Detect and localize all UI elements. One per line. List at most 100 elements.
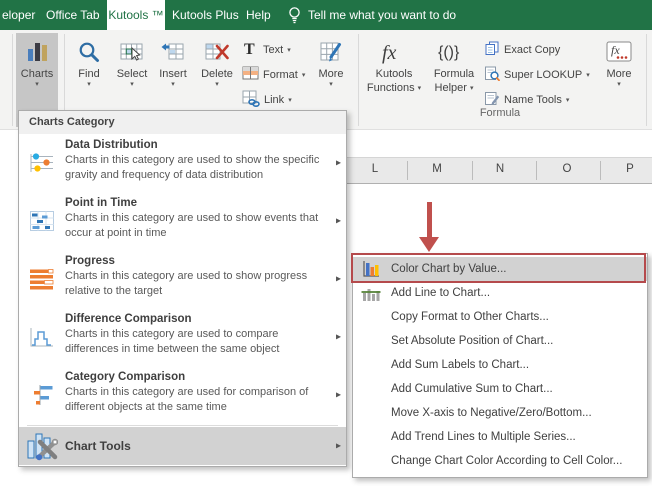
progress-bars-icon <box>19 250 65 308</box>
select-label: Select <box>116 68 148 80</box>
menu-item-title: Data Distribution <box>65 139 158 151</box>
submenu-item-add-trend-lines[interactable]: Add Trend Lines to Multiple Series... <box>353 425 647 449</box>
insert-grid-icon <box>161 38 185 66</box>
menu-item-desc: Charts in this category are used to comp… <box>65 328 280 355</box>
menu-item-data-distribution[interactable]: Data Distribution Charts in this categor… <box>19 134 346 192</box>
group-separator <box>358 34 359 126</box>
menu-item-point-in-time[interactable]: Point in Time Charts in this category ar… <box>19 192 346 250</box>
submenu-item-label: Color Chart by Value... <box>391 263 507 275</box>
dropdown-caret-icon: ▾ <box>215 81 219 88</box>
tab-kutools[interactable]: Kutools ™ <box>107 0 165 30</box>
excel-window: eloper Office Tab Kutools ™ Kutools Plus… <box>0 0 652 486</box>
text-icon: T <box>242 40 259 60</box>
delete-grid-icon <box>205 38 229 66</box>
super-lookup-button[interactable]: Super LOOKUP ▾ <box>484 65 590 85</box>
column-divider <box>472 161 473 180</box>
link-menu-button[interactable]: Link ▾ <box>242 90 292 110</box>
menu-item-desc: Charts in this category are used to show… <box>65 212 319 239</box>
column-divider <box>536 161 537 180</box>
submenu-arrow-icon: ▸ <box>335 157 341 169</box>
red-arrow-icon <box>419 237 439 252</box>
exact-copy-label: Exact Copy <box>504 44 561 56</box>
charts-category-header: Charts Category <box>19 111 346 134</box>
column-header-P[interactable]: P <box>626 163 634 175</box>
dot-plot-icon <box>19 134 65 192</box>
dropdown-caret-icon: ▾ <box>586 72 590 79</box>
search-icon <box>77 38 101 66</box>
column-headers[interactable]: L M N O P <box>347 157 652 184</box>
dropdown-caret-icon: ▾ <box>329 81 333 88</box>
exact-copy-button[interactable]: Exact Copy <box>484 40 560 60</box>
dropdown-caret-icon: ▾ <box>301 72 306 79</box>
svg-text:{()}: {()} <box>438 44 460 61</box>
braces-icon: {()} <box>437 38 471 66</box>
chart-tools-submenu: Color Chart by Value... Add Line to Char… <box>352 253 648 478</box>
tab-kutools-plus[interactable]: Kutools Plus <box>172 0 239 30</box>
dropdown-caret-icon: ▾ <box>287 47 291 54</box>
link-icon <box>242 90 260 110</box>
submenu-item-add-cumulative-sum[interactable]: Add Cumulative Sum to Chart... <box>353 377 647 401</box>
submenu-item-move-x-axis[interactable]: Move X-axis to Negative/Zero/Bottom... <box>353 401 647 425</box>
menu-item-title: Progress <box>65 255 115 267</box>
step-line-icon <box>19 308 65 366</box>
svg-text:T: T <box>244 41 255 57</box>
dropdown-caret-icon: ▾ <box>469 84 474 92</box>
more-button-right[interactable]: fx More ▾ <box>598 33 640 127</box>
tornado-bars-icon <box>19 366 65 424</box>
menu-item-category-comparison[interactable]: Category Comparison Charts in this categ… <box>19 366 346 424</box>
submenu-arrow-icon: ▸ <box>335 215 341 227</box>
name-tools-label: Name Tools <box>504 94 562 106</box>
gantt-icon <box>19 192 65 250</box>
menu-item-desc: Charts in this category are used to show… <box>65 270 308 297</box>
menu-item-progress[interactable]: Progress Charts in this category are use… <box>19 250 346 308</box>
delete-label: Delete <box>201 68 233 80</box>
submenu-item-label: Add Sum Labels to Chart... <box>391 359 530 371</box>
submenu-item-label: Copy Format to Other Charts... <box>391 311 549 323</box>
chart-tools-label: Chart Tools <box>65 439 131 453</box>
dropdown-caret-icon: ▾ <box>130 81 134 88</box>
column-header-L[interactable]: L <box>372 163 378 175</box>
menu-item-title: Point in Time <box>65 197 137 209</box>
menu-item-difference-comparison[interactable]: Difference Comparison Charts in this cat… <box>19 308 346 366</box>
group-separator <box>646 34 647 126</box>
tab-help[interactable]: Help <box>246 0 271 30</box>
select-grid-icon <box>120 38 144 66</box>
fx-box-icon: fx <box>606 38 632 66</box>
svg-text:fx: fx <box>382 42 397 64</box>
more-right-label: More <box>606 68 632 80</box>
tell-me-box[interactable]: Tell me what you want to do <box>308 0 456 30</box>
column-header-N[interactable]: N <box>496 163 504 175</box>
lightbulb-icon <box>287 6 302 29</box>
submenu-item-add-line-to-chart[interactable]: Add Line to Chart... <box>353 281 647 305</box>
submenu-item-label: Add Line to Chart... <box>391 287 491 299</box>
submenu-item-label: Add Cumulative Sum to Chart... <box>391 383 553 395</box>
chart-tools-icon <box>19 431 65 461</box>
submenu-item-change-chart-color[interactable]: Change Chart Color According to Cell Col… <box>353 449 647 473</box>
menu-item-desc: Charts in this category are used to show… <box>65 154 320 181</box>
formula-helper-label-line1: Formula <box>433 68 475 80</box>
menu-item-chart-tools[interactable]: Chart Tools ▸ <box>19 427 346 465</box>
column-header-O[interactable]: O <box>563 163 572 175</box>
column-divider <box>407 161 408 180</box>
column-header-M[interactable]: M <box>432 163 442 175</box>
dropdown-caret-icon: ▾ <box>565 97 570 104</box>
submenu-item-set-absolute-position[interactable]: Set Absolute Position of Chart... <box>353 329 647 353</box>
menu-item-desc: Charts in this category are used for com… <box>65 386 309 413</box>
submenu-item-label: Set Absolute Position of Chart... <box>391 335 554 347</box>
submenu-item-copy-format-to-other-charts[interactable]: Copy Format to Other Charts... <box>353 305 647 329</box>
formula-group-label: Formula <box>479 107 521 119</box>
format-menu-button[interactable]: Format ▾ <box>242 65 305 85</box>
kutools-functions-button[interactable]: fx Kutools Functions ▾ <box>364 33 424 127</box>
submenu-item-label: Change Chart Color According to Cell Col… <box>391 455 623 467</box>
submenu-item-add-sum-labels[interactable]: Add Sum Labels to Chart... <box>353 353 647 377</box>
group-separator <box>12 34 13 126</box>
red-arrow-icon <box>427 202 432 237</box>
submenu-item-color-chart-by-value[interactable]: Color Chart by Value... <box>353 257 647 281</box>
text-menu-button[interactable]: T Text ▾ <box>242 40 291 60</box>
link-label: Link <box>264 94 285 106</box>
tab-developer-partial[interactable]: eloper <box>2 0 35 30</box>
tab-office-tab[interactable]: Office Tab <box>46 0 100 30</box>
super-lookup-label: Super LOOKUP <box>504 69 583 81</box>
submenu-arrow-icon: ▸ <box>335 273 341 285</box>
fx-icon: fx <box>380 38 408 66</box>
